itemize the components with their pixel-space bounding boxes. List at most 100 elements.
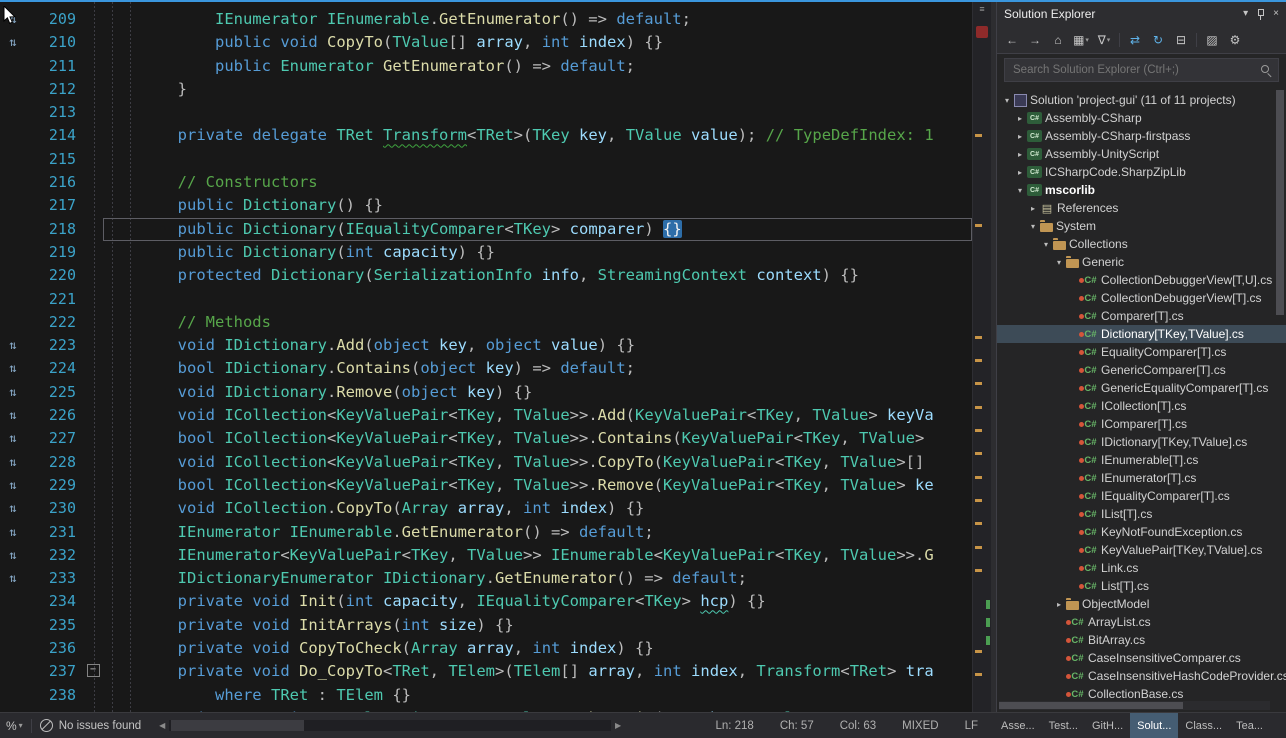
line-number[interactable]: 224 bbox=[26, 357, 83, 380]
chevron-expanded-icon[interactable]: ▾ bbox=[1040, 240, 1052, 249]
code-line[interactable] bbox=[103, 101, 972, 124]
code-line[interactable]: protected Dictionary(SerializationInfo i… bbox=[103, 264, 972, 287]
code-line[interactable]: private delegate TRet Transform<TRet>(TK… bbox=[103, 124, 972, 147]
line-number[interactable]: 218 bbox=[26, 218, 83, 241]
scroll-right-icon[interactable]: ▶ bbox=[611, 721, 625, 730]
code-line[interactable] bbox=[103, 148, 972, 171]
sync-with-active-document-button[interactable]: ⇄ bbox=[1124, 30, 1146, 50]
code-line[interactable]: IEnumerator IEnumerable.GetEnumerator() … bbox=[103, 521, 972, 544]
document-health-indicator[interactable]: No issues found bbox=[40, 719, 151, 732]
tree-item[interactable]: C#KeyNotFoundException.cs bbox=[997, 523, 1286, 541]
switch-views-button[interactable]: ▦▾ bbox=[1070, 30, 1092, 50]
horizontal-scrollbar-thumb[interactable] bbox=[171, 720, 304, 731]
implements-arrows-icon[interactable]: ⇅ bbox=[9, 404, 16, 427]
tree-item[interactable]: ▸▤References bbox=[997, 199, 1286, 217]
implements-arrows-icon[interactable]: ⇅ bbox=[9, 521, 16, 544]
line-number[interactable]: 209 bbox=[26, 8, 83, 31]
code-line[interactable]: private void InitArrays(int size) {} bbox=[103, 614, 972, 637]
tree-item[interactable]: ▸C#ICSharpCode.SharpZipLib bbox=[997, 163, 1286, 181]
code-line-row[interactable]: 236 private void CopyToCheck(Array array… bbox=[0, 637, 972, 660]
chevron-collapsed-icon[interactable]: ▸ bbox=[1014, 132, 1026, 141]
code-line[interactable]: // Constructors bbox=[103, 171, 972, 194]
line-number[interactable]: 220 bbox=[26, 264, 83, 287]
code-line[interactable]: public Dictionary() {} bbox=[103, 194, 972, 217]
implements-arrows-icon[interactable]: ⇅ bbox=[9, 567, 16, 590]
code-line[interactable]: public Enumerator GetEnumerator() => def… bbox=[103, 55, 972, 78]
zoom-control[interactable]: % bbox=[0, 719, 19, 733]
tree-item[interactable]: C#CollectionDebuggerView[T,U].cs bbox=[997, 271, 1286, 289]
tree-item[interactable]: C#IEnumerator[T].cs bbox=[997, 469, 1286, 487]
chevron-expanded-icon[interactable]: ▾ bbox=[1001, 96, 1013, 105]
tree-item[interactable]: ▾Collections bbox=[997, 235, 1286, 253]
code-line-row[interactable]: 212 } bbox=[0, 78, 972, 101]
code-line-row[interactable]: 213 bbox=[0, 101, 972, 124]
tree-item[interactable]: C#Comparer[T].cs bbox=[997, 307, 1286, 325]
show-all-files-button[interactable]: ▨ bbox=[1201, 30, 1223, 50]
code-line[interactable]: public Dictionary(IEqualityComparer<TKey… bbox=[103, 218, 972, 241]
code-line-row[interactable]: 220 protected Dictionary(SerializationIn… bbox=[0, 264, 972, 287]
tree-item[interactable]: C#CaseInsensitiveHashCodeProvider.cs bbox=[997, 667, 1286, 685]
home-button[interactable]: ⌂ bbox=[1047, 30, 1069, 50]
code-line[interactable]: public void CopyTo(TValue[] array, int i… bbox=[103, 31, 972, 54]
code-line-row[interactable]: ⇅229 bool ICollection<KeyValuePair<TKey,… bbox=[0, 474, 972, 497]
panel-vertical-scrollbar-thumb[interactable] bbox=[1276, 90, 1284, 315]
line-number[interactable]: 217 bbox=[26, 194, 83, 217]
search-box[interactable] bbox=[1004, 58, 1279, 82]
code-line-row[interactable]: ⇅225 void IDictionary.Remove(object key)… bbox=[0, 381, 972, 404]
code-line-row[interactable]: ⇅230 void ICollection.CopyTo(Array array… bbox=[0, 497, 972, 520]
tree-item[interactable]: C#ArrayList.cs bbox=[997, 613, 1286, 631]
line-number[interactable]: 231 bbox=[26, 521, 83, 544]
status-column[interactable]: Col: 63 bbox=[840, 720, 876, 732]
line-number[interactable]: 216 bbox=[26, 171, 83, 194]
tree-item[interactable]: ▾System bbox=[997, 217, 1286, 235]
code-line-row[interactable]: ⇅223 void IDictionary.Add(object key, ob… bbox=[0, 334, 972, 357]
code-line[interactable]: IDictionaryEnumerator IDictionary.GetEnu… bbox=[103, 567, 972, 590]
code-line-row[interactable]: 235 private void InitArrays(int size) {} bbox=[0, 614, 972, 637]
code-line[interactable]: bool ICollection<KeyValuePair<TKey, TVal… bbox=[103, 427, 972, 450]
code-line-row[interactable]: 239 private static KeyValuePair<TKey, TV… bbox=[0, 707, 972, 712]
collapse-all-button[interactable]: ⊟ bbox=[1170, 30, 1192, 50]
pin-icon[interactable] bbox=[1257, 9, 1264, 20]
bottom-tab[interactable]: Test... bbox=[1042, 713, 1085, 738]
implements-arrows-icon[interactable]: ⇅ bbox=[9, 357, 16, 380]
tree-item[interactable]: ▸C#Assembly-UnityScript bbox=[997, 145, 1286, 163]
code-line-row[interactable]: 234 private void Init(int capacity, IEqu… bbox=[0, 590, 972, 613]
code-editor[interactable]: ⇅ 209 IEnumerator IEnumerable.GetEnumerat… bbox=[0, 2, 991, 712]
close-icon[interactable]: × bbox=[1273, 9, 1279, 19]
code-line[interactable]: void ICollection.CopyTo(Array array, int… bbox=[103, 497, 972, 520]
code-line-row[interactable]: ⇅210 public void CopyTo(TValue[] array, … bbox=[0, 31, 972, 54]
tree-item[interactable]: C#CaseInsensitiveComparer.cs bbox=[997, 649, 1286, 667]
code-line-row[interactable]: 215 bbox=[0, 148, 972, 171]
code-line[interactable]: private void CopyToCheck(Array array, in… bbox=[103, 637, 972, 660]
code-line[interactable]: void IDictionary.Remove(object key) {} bbox=[103, 381, 972, 404]
tree-item[interactable]: C#EqualityComparer[T].cs bbox=[997, 343, 1286, 361]
implements-arrows-icon[interactable]: ⇅ bbox=[9, 474, 16, 497]
chevron-expanded-icon[interactable]: ▾ bbox=[1027, 222, 1039, 231]
tree-item[interactable]: ▾C#mscorlib bbox=[997, 181, 1286, 199]
tree-item[interactable]: ▾Solution 'project-gui' (11 of 11 projec… bbox=[997, 91, 1286, 109]
code-line-row[interactable]: ⇅209 IEnumerator IEnumerable.GetEnumerat… bbox=[0, 8, 972, 31]
tree-item[interactable]: C#Link.cs bbox=[997, 559, 1286, 577]
status-eol[interactable]: LF bbox=[965, 720, 978, 732]
code-line-row[interactable]: ⇅233 IDictionaryEnumerator IDictionary.G… bbox=[0, 567, 972, 590]
code-line[interactable]: public Dictionary(int capacity) {} bbox=[103, 241, 972, 264]
bottom-tab[interactable]: Class... bbox=[1178, 713, 1229, 738]
line-number[interactable]: 212 bbox=[26, 78, 83, 101]
line-number[interactable]: 230 bbox=[26, 497, 83, 520]
line-number[interactable]: 211 bbox=[26, 55, 83, 78]
bottom-tab[interactable]: Asse... bbox=[994, 713, 1042, 738]
line-number[interactable]: 236 bbox=[26, 637, 83, 660]
scroll-left-icon[interactable]: ◀ bbox=[155, 721, 169, 730]
code-line[interactable]: where TRet : TElem {} bbox=[103, 684, 972, 707]
code-line-row[interactable]: 237− private void Do_CopyTo<TRet, TElem>… bbox=[0, 660, 972, 683]
search-icon[interactable] bbox=[1260, 64, 1272, 76]
code-line[interactable]: private static KeyValuePair<TKey, TValue… bbox=[103, 707, 972, 712]
line-number[interactable]: 237 bbox=[26, 660, 83, 683]
line-number[interactable]: 229 bbox=[26, 474, 83, 497]
tree-item[interactable]: C#CollectionDebuggerView[T].cs bbox=[997, 289, 1286, 307]
line-number[interactable]: 222 bbox=[26, 311, 83, 334]
code-line-row[interactable]: 219 public Dictionary(int capacity) {} bbox=[0, 241, 972, 264]
code-line-row[interactable]: 238 where TRet : TElem {} bbox=[0, 684, 972, 707]
tree-item[interactable]: ▾Generic bbox=[997, 253, 1286, 271]
implements-arrows-icon[interactable]: ⇅ bbox=[9, 427, 16, 450]
